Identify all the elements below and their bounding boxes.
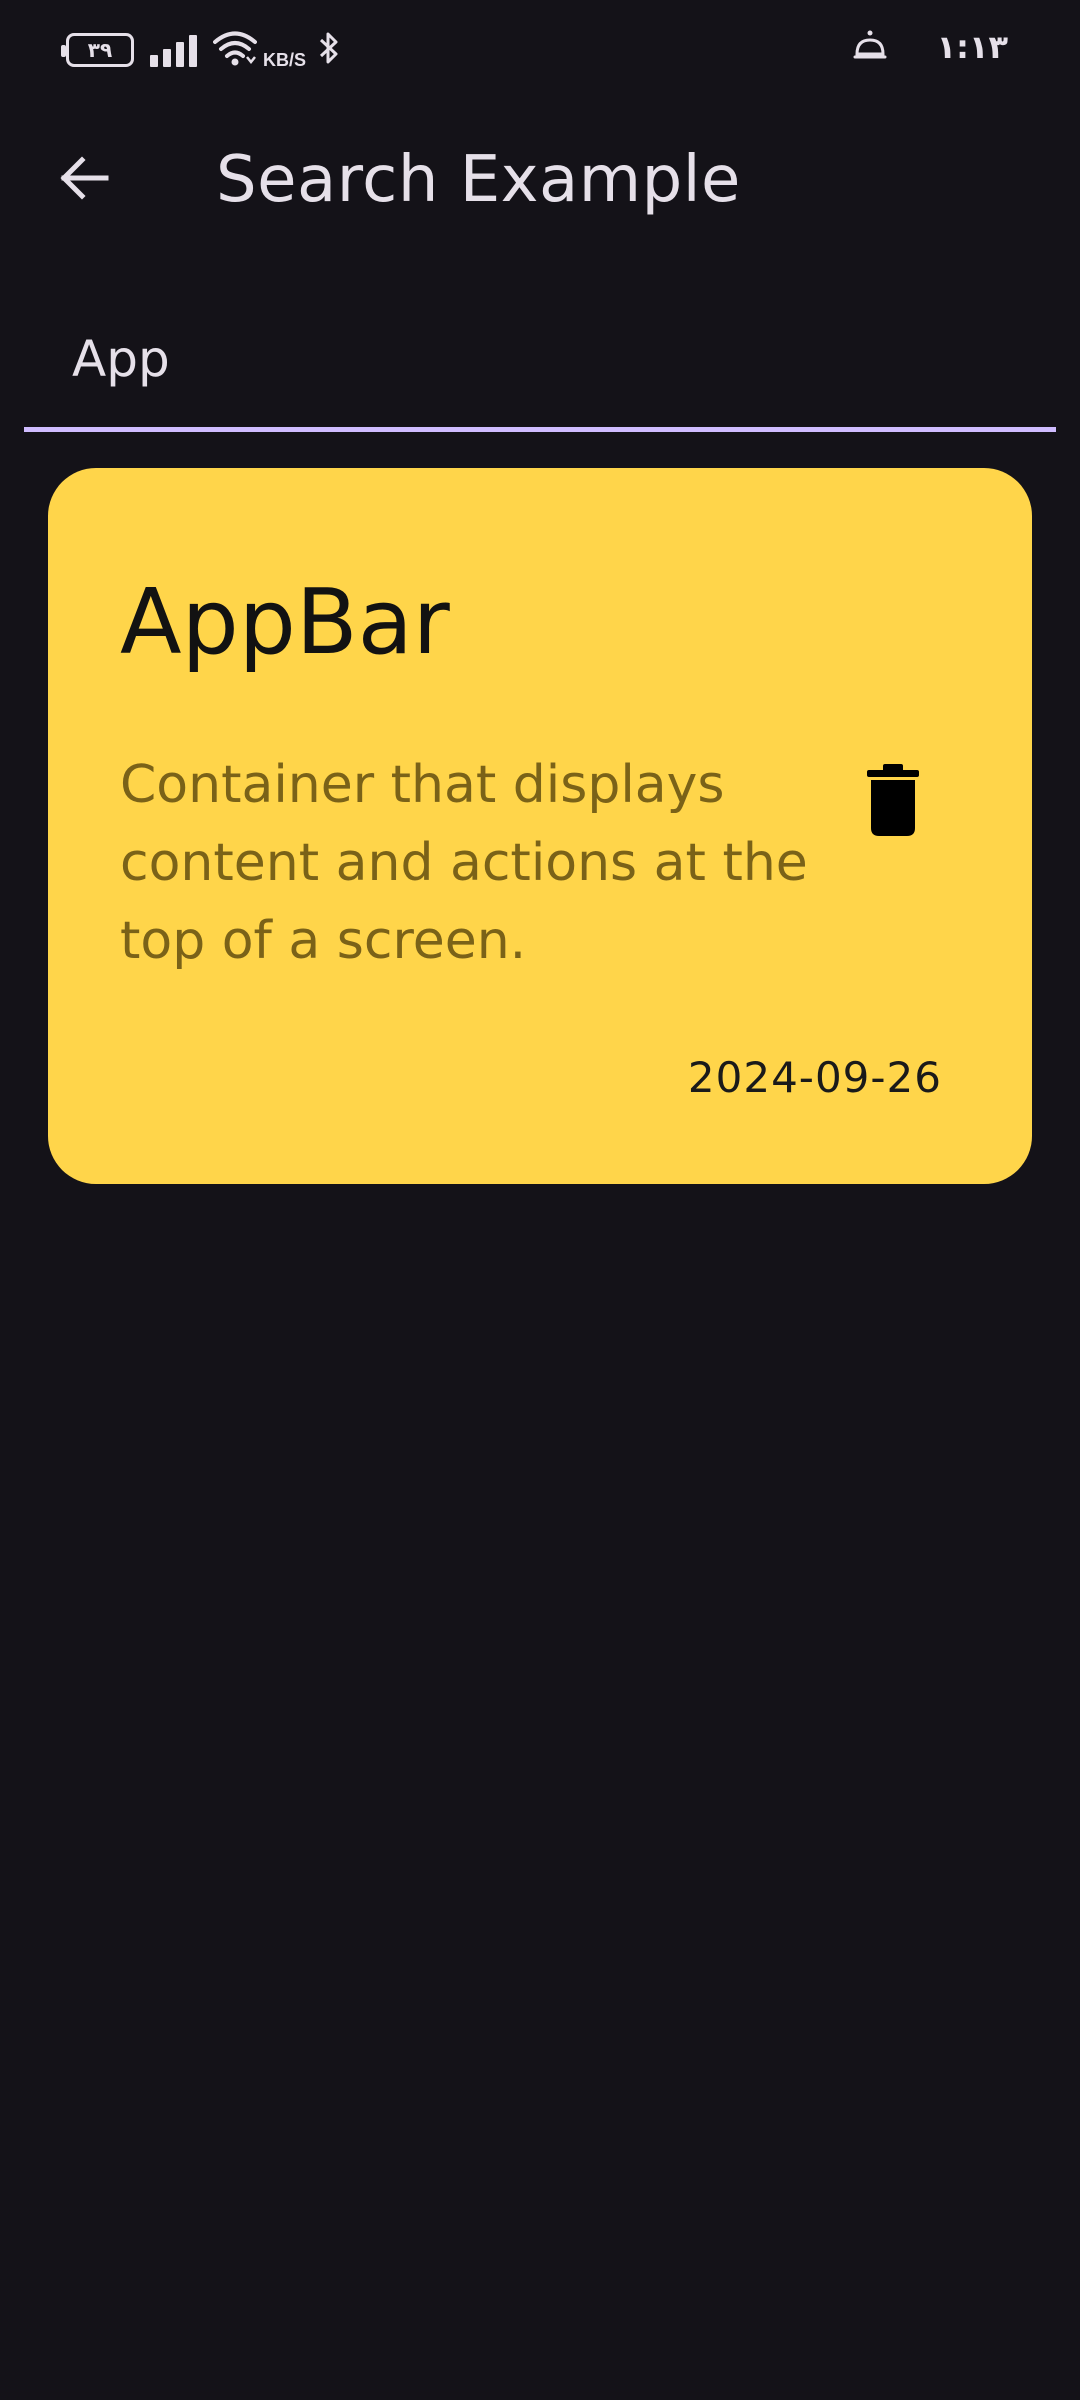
search-field[interactable] [24, 300, 1056, 432]
search-input[interactable] [72, 324, 972, 394]
app-bar: Search Example [0, 120, 1080, 240]
wifi-icon [213, 29, 257, 71]
delete-icon [865, 764, 921, 840]
delete-button[interactable] [848, 752, 938, 852]
status-bar: ۳۹ KB/S ۱:۱۳ [0, 0, 1080, 100]
signal-icon [150, 33, 197, 67]
card-description: Container that displays content and acti… [120, 755, 808, 971]
card-title: AppBar [120, 570, 450, 675]
alarm-icon [853, 28, 887, 66]
battery-level: ۳۹ [87, 38, 113, 62]
net-speed: KB/S [263, 49, 307, 70]
result-card[interactable]: AppBar Container that displays content a… [48, 468, 1032, 1184]
clock: ۱:۱۳ [936, 28, 1008, 66]
page-title: Search Example [216, 143, 741, 217]
card-date: 2024-09-26 [687, 1053, 942, 1102]
status-left: ۳۹ KB/S [61, 28, 340, 72]
back-button[interactable] [36, 144, 132, 216]
battery-icon: ۳۹ [61, 33, 134, 67]
status-right: ۱:۱۳ [853, 22, 1008, 72]
bluetooth-icon [318, 30, 340, 70]
arrow-back-icon [58, 152, 110, 208]
